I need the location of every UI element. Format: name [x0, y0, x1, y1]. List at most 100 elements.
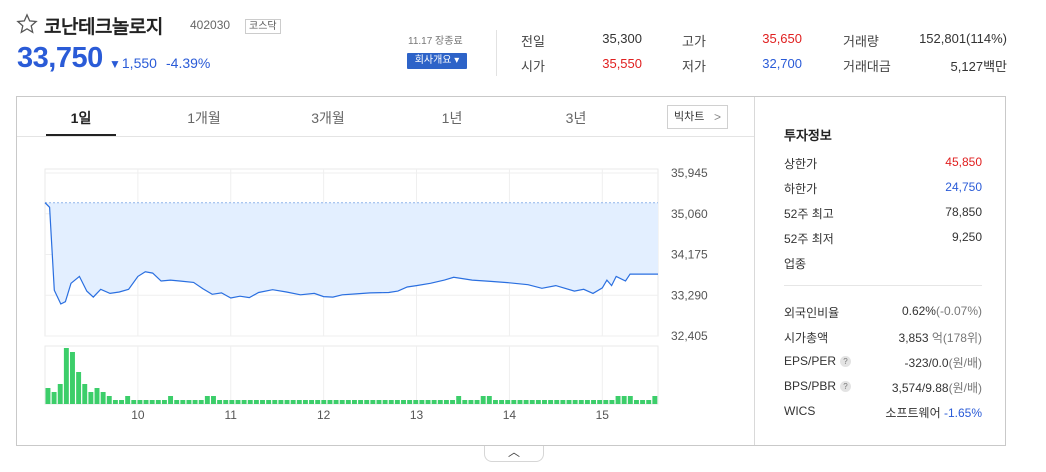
- change-amount: 1,550: [121, 55, 157, 71]
- down-arrow-icon: ▼: [109, 57, 121, 71]
- volume-bar: [100, 392, 106, 404]
- eps-per-label: EPS/PER: [784, 354, 837, 368]
- volume-bar: [309, 400, 315, 404]
- volume-bar: [615, 396, 621, 404]
- volume-bar: [94, 388, 100, 404]
- volume-bar: [640, 400, 646, 404]
- volume-bar: [578, 400, 584, 404]
- invest-info: 투자정보 상한가 45,850 하한가 24,750 52주 최고 78,850 52…: [755, 97, 1005, 445]
- wics-label: WICS: [784, 404, 816, 418]
- tab-1month[interactable]: 1개월: [169, 108, 239, 128]
- volume-bar: [302, 400, 308, 404]
- volume-bar: [627, 396, 633, 404]
- volume-bar: [523, 400, 529, 404]
- low52-label: 52주 최저: [784, 232, 834, 246]
- wics-row: WICS 소프트웨어 -1.65%: [784, 404, 982, 420]
- open-label: 시가: [521, 59, 545, 74]
- volume-bar: [394, 400, 400, 404]
- volume-bar: [272, 400, 278, 404]
- chevron-up-icon: ︿: [507, 445, 520, 459]
- volume-bar: [223, 400, 229, 404]
- lower-limit-label: 하한가: [784, 182, 818, 196]
- volume-bar: [82, 384, 88, 404]
- upper-limit-label: 상한가: [784, 157, 818, 171]
- lower-limit-value: 24,750: [945, 180, 982, 194]
- eps-per-value: -323/0.0: [904, 356, 949, 370]
- low52-value: 9,250: [951, 230, 982, 244]
- volume-bar: [382, 400, 388, 404]
- star-icon[interactable]: [16, 13, 38, 35]
- volume-bar: [76, 372, 82, 404]
- volume-bar: [572, 400, 578, 404]
- tab-1day[interactable]: 1일: [46, 108, 116, 128]
- change-rate: -4.39%: [166, 55, 211, 71]
- volume-bar: [352, 400, 357, 404]
- volume-bar: [290, 400, 296, 404]
- volume-bar: [137, 400, 143, 404]
- volume-bar: [560, 400, 566, 404]
- expand-toggle[interactable]: ︿: [484, 446, 544, 462]
- price-change: ▼1,550: [109, 55, 157, 71]
- period-tabs: 1일 1개월 3개월 1년 3년 빅차트 >: [17, 97, 754, 137]
- foreign-ratio-label: 외국인비율: [784, 306, 840, 320]
- volume-bar: [186, 400, 192, 404]
- upper-limit-row: 상한가 45,850: [784, 155, 982, 171]
- open-value: 35,550: [602, 56, 642, 71]
- x-tick-label: 13: [410, 408, 424, 422]
- help-icon[interactable]: ?: [840, 381, 852, 392]
- volume-bar: [327, 400, 333, 404]
- sector-label: 업종: [784, 257, 807, 271]
- tab-3month[interactable]: 3개월: [293, 108, 363, 128]
- eps-per-row: EPS/PER? -323/0.0(원/배): [784, 354, 982, 370]
- low-label: 저가: [682, 59, 706, 74]
- volume-bar: [119, 400, 124, 404]
- volume-bar: [88, 392, 94, 404]
- high52-row: 52주 최고 78,850: [784, 205, 982, 221]
- volume-bar: [468, 400, 474, 404]
- volume-bar: [174, 400, 180, 404]
- intraday-chart[interactable]: 35,945 35,060 34,175 33,290 32,405 10 11 12 13 14…: [17, 138, 754, 445]
- volume-bar: [584, 400, 590, 404]
- x-tick-label: 12: [317, 408, 331, 422]
- volume-bar: [106, 396, 112, 404]
- foreign-ratio-change: (-0.07%): [935, 304, 982, 318]
- x-tick-label: 14: [503, 408, 517, 422]
- volume-bar: [247, 400, 253, 404]
- volume-bar: [407, 400, 413, 404]
- divider: [496, 30, 497, 76]
- volume-bar: [284, 400, 290, 404]
- tab-3year[interactable]: 3년: [541, 108, 611, 128]
- chevron-right-icon: >: [713, 110, 721, 124]
- volume-bar: [492, 400, 498, 404]
- help-icon[interactable]: ?: [840, 356, 852, 367]
- volume-bar: [70, 352, 75, 404]
- y-tick-label: 32,405: [671, 329, 708, 343]
- volume-bar: [535, 400, 541, 404]
- volume-bar: [125, 396, 131, 404]
- prev-close-value: 35,300: [602, 31, 642, 46]
- volume-bar: [143, 400, 149, 404]
- volume-bar: [260, 400, 265, 404]
- high52-value: 78,850: [945, 205, 982, 219]
- volume-bar: [315, 400, 321, 404]
- volume-plot-frame: [44, 345, 659, 405]
- divider: [784, 285, 982, 286]
- company-info-button[interactable]: 회사개요 ▾: [407, 53, 467, 69]
- volume-value: 152,801(114%): [919, 31, 1007, 46]
- y-tick-label: 33,290: [671, 288, 708, 302]
- bigchart-button[interactable]: 빅차트 >: [667, 105, 728, 129]
- volume-bar: [542, 400, 547, 404]
- volume-bar: [603, 400, 609, 404]
- high52-label: 52주 최고: [784, 207, 834, 221]
- lower-limit-row: 하한가 24,750: [784, 180, 982, 196]
- volume-bar: [345, 400, 351, 404]
- low-value: 32,700: [762, 56, 802, 71]
- stock-name: 코난테크놀로지: [44, 17, 163, 38]
- volume-bar: [505, 400, 511, 404]
- volume-bar: [112, 400, 118, 404]
- volume-bar: [437, 400, 443, 404]
- tab-1year[interactable]: 1년: [417, 108, 487, 128]
- invest-info-title: 투자정보: [784, 128, 832, 143]
- active-tab-indicator: [46, 134, 116, 136]
- volume-bar: [474, 400, 480, 404]
